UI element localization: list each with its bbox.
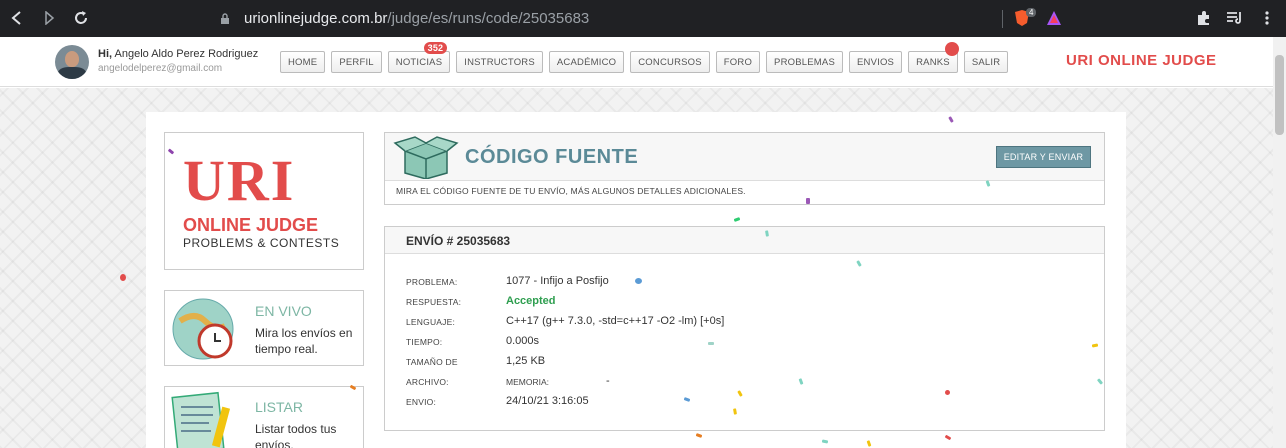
- back-icon[interactable]: [8, 9, 26, 27]
- row-archivo-memoria: ARCHIVO: MEMORIA: -: [406, 375, 1096, 391]
- sidebar-card-title: LISTAR: [255, 399, 303, 415]
- row-envio: ENVIO: 24/10/21 3:16:05: [406, 395, 1096, 411]
- notifications-badge: 352: [423, 42, 448, 54]
- main-menu: HOME PERFIL NOTICIAS 352 INSTRUCTORS ACAD…: [280, 42, 1009, 73]
- run-heading: ENVÍO # 25035683: [385, 227, 1104, 254]
- menu-noticias[interactable]: NOTICIAS 352: [387, 42, 451, 73]
- source-panel-subtitle: MIRA EL CÓDIGO FUENTE DE TU ENVÍO, MÁS A…: [385, 180, 1104, 204]
- row-respuesta: RESPUESTA: Accepted: [406, 295, 1096, 311]
- archivo-label: ARCHIVO:: [406, 377, 449, 387]
- problema-label: PROBLEMA:: [406, 277, 458, 287]
- confetti-piece: [635, 278, 642, 284]
- browser-toolbar: urionlinejudge.com.br/judge/es/runs/code…: [0, 0, 1286, 37]
- menu-ranks[interactable]: RANKS: [908, 42, 959, 73]
- media-queue-icon[interactable]: [1226, 9, 1244, 27]
- sidebar-card-text: Listar todos tus envíos.: [255, 422, 337, 448]
- menu-icon[interactable]: [1258, 9, 1276, 27]
- lock-icon[interactable]: [220, 12, 230, 30]
- scrollbar[interactable]: [1273, 37, 1286, 448]
- user-greeting: Hi, Angelo Aldo Perez Rodriguez: [98, 48, 259, 60]
- menu-salir[interactable]: SALIR: [963, 51, 1009, 73]
- globe-clock-icon: [165, 291, 245, 365]
- row-tamano: TAMAÑO DE 1,25 KB: [406, 355, 1096, 371]
- row-lenguaje: LENGUAJE: C++17 (g++ 7.3.0, -std=c++17 -…: [406, 315, 1096, 331]
- tamano-label: TAMAÑO DE: [406, 357, 458, 367]
- source-code-panel: CÓDIGO FUENTE EDITAR Y ENVIAR MIRA EL CÓ…: [384, 132, 1105, 205]
- site-header: Hi, Angelo Aldo Perez Rodriguez angelode…: [0, 37, 1273, 87]
- open-box-icon: [393, 135, 459, 180]
- reload-icon[interactable]: [72, 9, 90, 27]
- forward-icon[interactable]: [40, 9, 58, 27]
- menu-concursos[interactable]: CONCURSOS: [630, 51, 710, 73]
- ranks-dot: [944, 42, 959, 56]
- tamano-value: 1,25 KB: [506, 355, 546, 367]
- url-text[interactable]: urionlinejudge.com.br/judge/es/runs/code…: [244, 10, 589, 27]
- url-field[interactable]: urionlinejudge.com.br/judge/es/runs/code…: [172, 5, 1080, 32]
- envio-value: 24/10/21 3:16:05: [506, 395, 589, 407]
- menu-perfil[interactable]: PERFIL: [331, 51, 382, 73]
- address-bar[interactable]: urionlinejudge.com.br/judge/es/runs/code…: [172, 5, 1272, 32]
- memoria-label: MEMORIA:: [506, 377, 549, 387]
- row-problema: PROBLEMA: 1077 - Infijo a Posfijo: [406, 275, 1096, 291]
- menu-envios[interactable]: ENVIOS: [848, 51, 903, 73]
- respuesta-label: RESPUESTA:: [406, 297, 462, 307]
- menu-foro[interactable]: FORO: [715, 51, 761, 73]
- tiempo-value: 0.000s: [506, 335, 540, 347]
- sidebar-card-text: Mira los envíos en tiempo real.: [255, 326, 353, 357]
- menu-instructors[interactable]: INSTRUCTORS: [456, 51, 543, 73]
- memoria-value: -: [606, 375, 610, 387]
- run-details-panel: ENVÍO # 25035683 PROBLEMA: 1077 - Infijo…: [384, 226, 1105, 431]
- user-email: angelodelperez@gmail.com: [98, 63, 223, 74]
- confetti-piece: [945, 390, 950, 395]
- extensions-icon[interactable]: [1195, 9, 1213, 27]
- row-tiempo: TIEMPO: 0.000s: [406, 335, 1096, 351]
- brave-rewards-icon[interactable]: [1046, 10, 1062, 31]
- brave-badge: 4: [1026, 8, 1037, 17]
- confetti-piece: [120, 274, 126, 281]
- logo-oj-text: ONLINE JUDGE: [183, 215, 319, 235]
- edit-and-submit-button[interactable]: EDITAR Y ENVIAR: [996, 146, 1091, 168]
- menu-problemas[interactable]: PROBLEMAS: [766, 51, 843, 73]
- url-divider: [1002, 10, 1003, 28]
- list-sheet-icon: [165, 387, 245, 448]
- uri-logo[interactable]: URI ONLINE JUDGE PROBLEMS & CONTESTS: [164, 132, 364, 270]
- page-title: CÓDIGO FUENTE: [465, 146, 639, 168]
- lenguaje-label: LENGUAJE:: [406, 317, 456, 327]
- tiempo-label: TIEMPO:: [406, 337, 443, 347]
- envio-label: ENVIO:: [406, 397, 437, 407]
- avatar[interactable]: [55, 45, 89, 79]
- logo-pc-text: PROBLEMS & CONTESTS: [183, 236, 340, 250]
- sidebar-card-listar[interactable]: LISTAR Listar todos tus envíos.: [164, 386, 364, 448]
- brand-logo[interactable]: URI ONLINE JUDGE: [1066, 52, 1217, 69]
- confetti-piece: [708, 342, 714, 345]
- sidebar-card-envivo[interactable]: EN VIVO Mira los envíos en tiempo real.: [164, 290, 364, 366]
- sidebar-card-title: EN VIVO: [255, 303, 312, 319]
- lenguaje-value: C++17 (g++ 7.3.0, -std=c++17 -O2 -lm) [+…: [506, 315, 725, 327]
- problema-value[interactable]: 1077 - Infijo a Posfijo: [506, 275, 609, 287]
- confetti-piece: [806, 198, 810, 204]
- scroll-thumb[interactable]: [1275, 55, 1284, 135]
- menu-academico[interactable]: ACADÉMICO: [548, 51, 625, 73]
- respuesta-value: Accepted: [506, 295, 556, 307]
- logo-uri-text: URI: [183, 148, 296, 213]
- menu-home[interactable]: HOME: [280, 51, 326, 73]
